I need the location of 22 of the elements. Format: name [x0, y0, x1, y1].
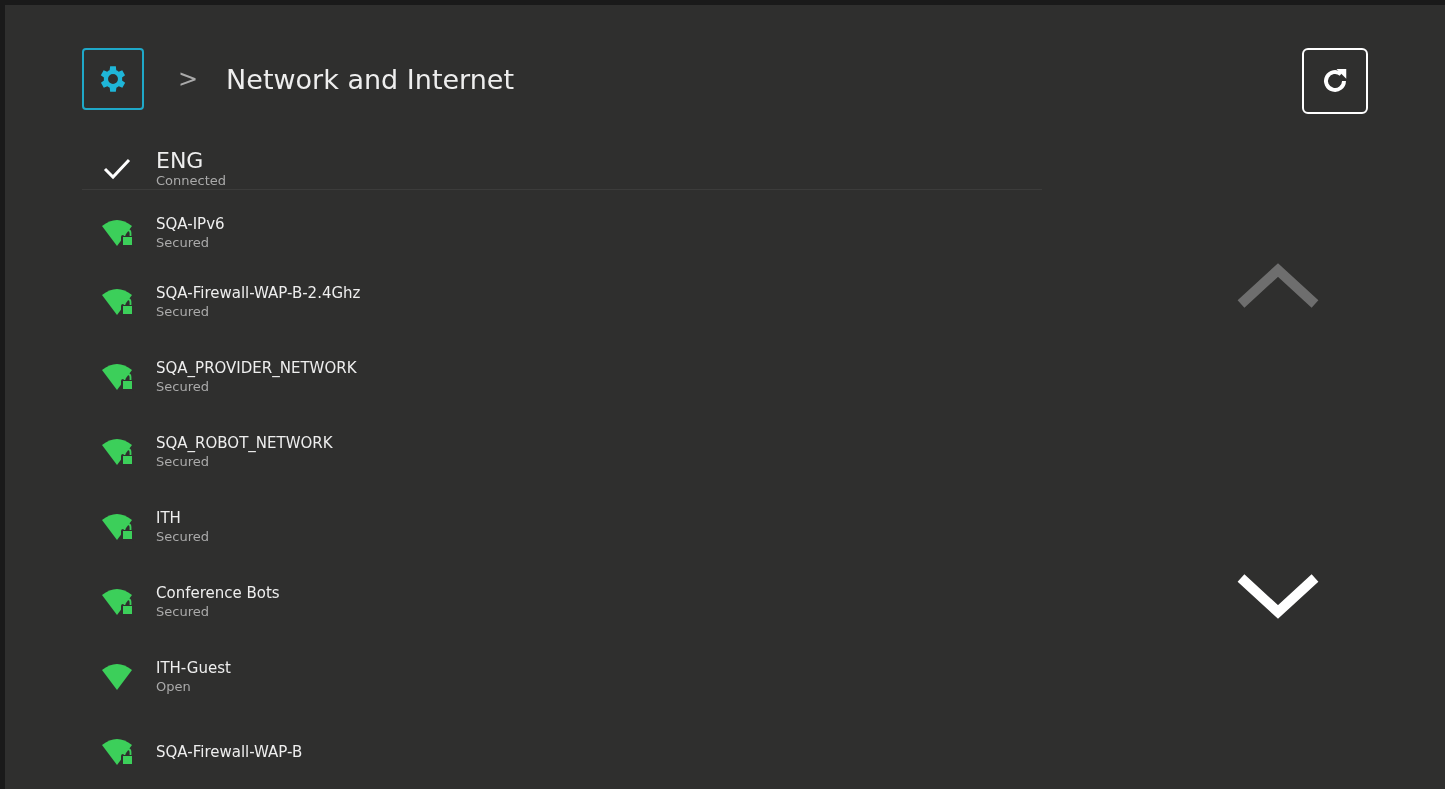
network-status: Connected	[156, 173, 226, 188]
network-status: Secured	[156, 602, 210, 621]
network-name[interactable]: SQA_PROVIDER_NETWORK	[156, 357, 357, 378]
connected-network-item[interactable]: ENG Connected	[82, 148, 1042, 190]
network-name[interactable]: SQA-Firewall-WAP-B-2.4Ghz	[156, 282, 361, 303]
network-name[interactable]: SQA_ROBOT_NETWORK	[156, 432, 333, 453]
network-status: Secured	[156, 234, 210, 252]
network-name[interactable]: SQA-Firewall-WAP-B	[156, 741, 303, 762]
page-title: Network and Internet	[226, 63, 514, 95]
network-name[interactable]: ITH-Guest	[156, 657, 231, 678]
network-name: ENG	[156, 149, 205, 173]
network-status: Secured	[156, 377, 210, 396]
network-status: Secured	[156, 302, 210, 321]
settings-button[interactable]	[82, 48, 144, 110]
network-status: Secured	[156, 527, 209, 546]
network-status: Open	[156, 677, 192, 696]
network-name[interactable]: SQA-IPv6	[156, 214, 225, 234]
network-name[interactable]: ITH	[156, 507, 209, 528]
refresh-button[interactable]	[1302, 48, 1368, 114]
breadcrumb-separator: >	[178, 65, 199, 93]
network-status: Secured	[156, 452, 210, 471]
network-name[interactable]: Conference Bots	[156, 582, 280, 603]
